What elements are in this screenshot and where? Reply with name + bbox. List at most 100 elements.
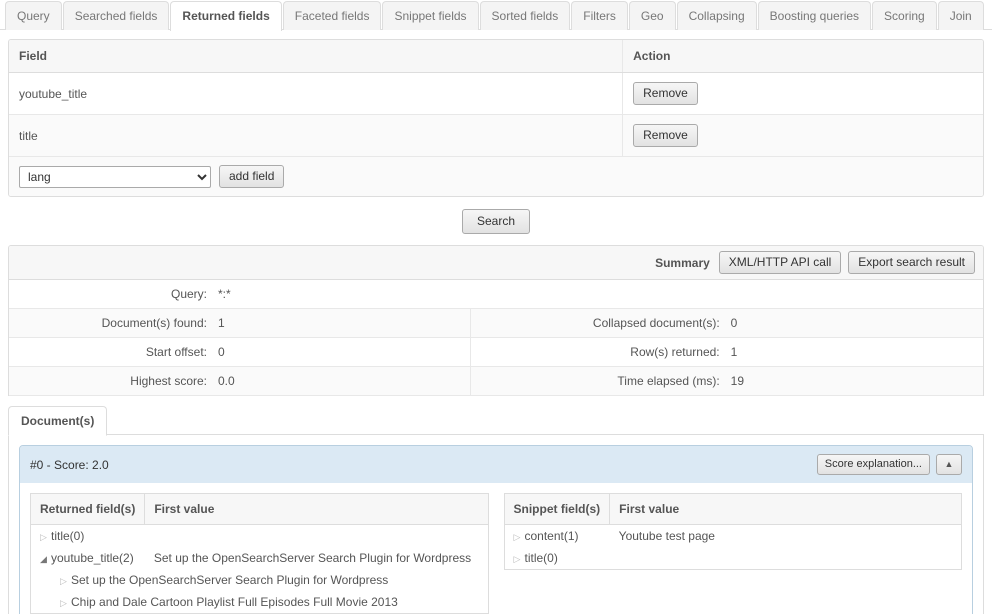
returned-fields-table: Field Action youtube_title Remove title Rem… <box>9 40 983 157</box>
export-search-result-button[interactable]: Export search result <box>848 251 975 274</box>
documents-tabbar: Document(s) <box>8 406 984 436</box>
field-child-value: Chip and Dale Cartoon Playlist Full Epis… <box>71 595 398 609</box>
field-name-cell: title <box>9 114 623 157</box>
field-value-cell: Set up the OpenSearchServer Search Plugi… <box>153 551 472 565</box>
field-child-row: ▷ Chip and Dale Cartoon Playlist Full Epi… <box>31 591 489 614</box>
triangle-expanded-icon[interactable]: ◢ <box>40 553 51 565</box>
tab-faceted-fields[interactable]: Faceted fields <box>282 1 382 30</box>
query-tabbar: Query Searched fields Returned fields Facet… <box>0 0 992 31</box>
tab-boosting-queries[interactable]: Boosting queries <box>757 1 872 30</box>
table-row: title Remove <box>9 114 983 157</box>
field-child-cell: ▷ Set up the OpenSearchServer Search Plug… <box>31 569 489 591</box>
score-explanation-button[interactable]: Score explanation... <box>816 454 930 475</box>
document-card-header: #0 - Score: 2.0 Score explanation... ▲ <box>20 446 972 483</box>
triangle-collapsed-icon[interactable]: ▷ <box>514 531 525 543</box>
table-row: youtube_title Remove <box>9 72 983 115</box>
remove-field-button[interactable]: Remove <box>633 82 698 105</box>
remove-field-button[interactable]: Remove <box>633 124 698 147</box>
field-label: title(0) <box>51 529 85 543</box>
tab-searched-fields[interactable]: Searched fields <box>62 1 170 30</box>
field-label: youtube_title(2) <box>51 551 134 565</box>
add-field-row: langtitlecontenturlyoutube_title add fie… <box>9 157 983 196</box>
summary-key: Query: <box>9 280 214 309</box>
tab-documents[interactable]: Document(s) <box>8 406 108 436</box>
collapse-toggle-icon[interactable]: ▲ <box>936 454 962 475</box>
field-value-cell: Youtube test page <box>618 529 715 543</box>
field-name-cell: ▷ title(0) <box>504 547 610 570</box>
tab-query[interactable]: Query <box>5 1 62 30</box>
table-header-row: Snippet field(s) First value <box>504 493 962 525</box>
field-child-cell: ▷ Chip and Dale Cartoon Playlist Full Epi… <box>31 591 489 614</box>
column-header-field: Field <box>9 40 623 73</box>
tab-geo[interactable]: Geo <box>628 1 676 30</box>
tab-join[interactable]: Join <box>937 1 984 30</box>
column-header-action: Action <box>622 40 983 73</box>
summary-key: Document(s) found: <box>9 308 214 338</box>
summary-header: Summary XML/HTTP API call Export search … <box>9 246 983 280</box>
triangle-collapsed-icon[interactable]: ▷ <box>60 575 71 587</box>
field-label: content(1) <box>524 529 579 543</box>
summary-row: Document(s) found: 1 Collapsed document(s)… <box>9 308 983 338</box>
summary-row: Start offset: 0 Row(s) returned: 1 <box>9 337 983 367</box>
field-action-cell: Remove <box>622 114 983 157</box>
tab-returned-fields[interactable]: Returned fields <box>170 1 282 31</box>
tab-collapsing[interactable]: Collapsing <box>676 1 757 30</box>
documents-body: #0 - Score: 2.0 Score explanation... ▲ R… <box>8 435 984 614</box>
field-name-cell: youtube_title <box>9 72 623 115</box>
summary-key: Highest score: <box>9 366 214 396</box>
document-score-label: #0 - Score: 2.0 <box>30 457 109 472</box>
summary-key: Row(s) returned: <box>469 337 727 367</box>
summary-value: 0 <box>214 337 471 367</box>
document-returned-fields-table: Returned field(s) First value ▷ title(0) ◢… <box>30 493 489 614</box>
document-card-body: Returned field(s) First value ▷ title(0) ◢… <box>20 483 972 614</box>
field-row: ◢ youtube_title(2) Set up the OpenSearchSe… <box>31 547 489 569</box>
summary-row: Query: *:* <box>9 280 983 309</box>
summary-value: 1 <box>726 337 983 367</box>
column-header-first-value: First value <box>609 493 962 525</box>
column-header-snippet-field: Snippet field(s) <box>504 493 611 525</box>
field-child-value: Set up the OpenSearchServer Search Plugi… <box>71 573 389 587</box>
field-name-cell: ▷ content(1) <box>504 525 610 548</box>
summary-value: *:* <box>214 280 983 309</box>
triangle-collapsed-icon[interactable]: ▷ <box>514 553 525 565</box>
snippet-fields-column: Snippet field(s) First value ▷ content(1)… <box>503 493 962 570</box>
field-name-cell: ▷ title(0) <box>31 525 145 548</box>
summary-key: Start offset: <box>9 337 214 367</box>
field-value-cell <box>145 525 488 548</box>
xml-http-api-call-button[interactable]: XML/HTTP API call <box>718 251 842 274</box>
summary-label: Summary <box>655 255 710 270</box>
summary-table: Query: *:* Document(s) found: 1 Collapsed do… <box>9 280 983 396</box>
column-header-returned-field: Returned field(s) <box>30 493 146 525</box>
summary-value: 19 <box>726 366 983 396</box>
table-header-row: Returned field(s) First value <box>30 493 488 525</box>
summary-value: 0 <box>726 308 983 338</box>
field-action-cell: Remove <box>622 72 983 115</box>
field-child-row: ▷ Set up the OpenSearchServer Search Plug… <box>31 569 489 591</box>
field-label: title(0) <box>524 551 558 565</box>
document-card-actions: Score explanation... ▲ <box>816 454 962 475</box>
summary-key: Collapsed document(s): <box>469 308 727 338</box>
field-row: ▷ title(0) <box>31 525 489 548</box>
table-header-row: Field Action <box>9 40 983 73</box>
summary-panel: Summary XML/HTTP API call Export search … <box>8 245 984 396</box>
column-header-first-value: First value <box>144 493 488 525</box>
triangle-collapsed-icon[interactable]: ▷ <box>60 597 71 609</box>
add-field-button[interactable]: add field <box>219 165 285 188</box>
field-name-cell: ◢ youtube_title(2) <box>31 547 145 569</box>
summary-row: Highest score: 0.0 Time elapsed (ms): 19 <box>9 366 983 396</box>
returned-fields-column: Returned field(s) First value ▷ title(0) ◢… <box>30 493 489 614</box>
document-snippet-fields-table: Snippet field(s) First value ▷ content(1)… <box>503 493 962 570</box>
summary-value: 1 <box>214 308 471 338</box>
returned-fields-panel: Field Action youtube_title Remove title Rem… <box>8 39 984 197</box>
field-row: ▷ content(1) Youtube test page <box>504 525 962 548</box>
tab-snippet-fields[interactable]: Snippet fields <box>382 1 479 30</box>
tab-filters[interactable]: Filters <box>571 1 628 30</box>
tab-scoring[interactable]: Scoring <box>872 1 937 30</box>
triangle-collapsed-icon[interactable]: ▷ <box>40 531 51 543</box>
tab-sorted-fields[interactable]: Sorted fields <box>479 1 571 30</box>
field-value-cell <box>610 547 962 570</box>
search-button[interactable]: Search <box>461 209 531 234</box>
summary-value: 0.0 <box>214 366 471 396</box>
search-button-container: Search <box>0 197 992 245</box>
field-select[interactable]: langtitlecontenturlyoutube_title <box>19 165 211 188</box>
